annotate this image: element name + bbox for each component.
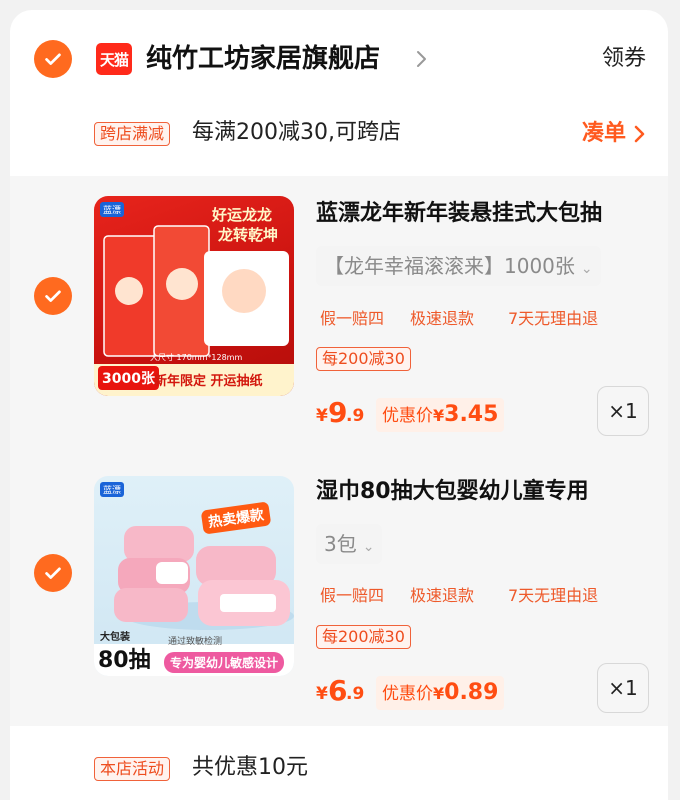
service-7day-return: 7天无理由退: [508, 309, 599, 328]
price-decimal: .9: [346, 406, 365, 426]
checkmark-icon: [45, 290, 61, 302]
quantity-stepper[interactable]: ×1: [597, 386, 649, 436]
price-currency: ¥: [316, 684, 328, 704]
chevron-right-icon[interactable]: [632, 124, 646, 144]
price-decimal: .9: [346, 684, 365, 704]
image-banner-text: 好运龙龙: [212, 206, 273, 224]
service-fast-refund: 极速退款: [410, 309, 475, 328]
image-tested-label: 通过致敏检测: [168, 637, 223, 647]
image-brand-label: 蓝漂: [100, 482, 125, 497]
product-select-checkbox[interactable]: [34, 277, 72, 315]
sku-selector[interactable]: 【龙年幸福滚滚来】1000张 ⌄: [316, 246, 601, 286]
service-fake-compensation: 假一赔四: [320, 309, 385, 328]
quantity-stepper[interactable]: ×1: [597, 663, 649, 713]
product-image[interactable]: 热卖爆款 蓝漂 大包装 80抽 通过致敏检测 专为婴幼儿敏感设计: [94, 476, 294, 676]
sku-selector[interactable]: 3包 ⌄: [316, 524, 383, 564]
chevron-right-icon[interactable]: [412, 48, 430, 70]
price-integer: 6: [328, 674, 348, 707]
product-image[interactable]: 蓝漂 好运龙龙 龙转乾坤 大尺寸 170mm*128mm 3000张 新年限定 …: [94, 196, 294, 396]
checkmark-icon: [45, 567, 61, 579]
image-banner-text-2: 龙转乾坤: [218, 226, 279, 244]
price-currency: ¥: [316, 406, 328, 426]
claim-coupon-button[interactable]: 领券: [602, 44, 646, 74]
store-activity-text: 共优惠10元: [192, 755, 308, 780]
discount-price-box: 优惠价¥3.45: [376, 398, 505, 432]
checkmark-icon: [45, 53, 61, 65]
tmall-logo: 天猫: [96, 43, 132, 75]
product-promo-tag: 每200减30: [316, 625, 411, 649]
price-integer: 9: [328, 396, 348, 429]
image-count-label: 80抽: [98, 648, 151, 673]
image-brand-label: 蓝漂: [100, 202, 125, 217]
image-caption: 专为婴幼儿敏感设计: [164, 652, 285, 673]
chevron-down-icon: ⌄: [580, 261, 593, 277]
shop-name[interactable]: 纯竹工坊家居旗舰店: [146, 40, 380, 78]
discount-currency: ¥: [433, 684, 445, 703]
service-7day-return: 7天无理由退: [508, 586, 599, 605]
product-promo-tag: 每200减30: [316, 347, 411, 371]
service-fast-refund: 极速退款: [410, 586, 475, 605]
discount-currency: ¥: [433, 406, 445, 425]
image-pack-label: 大包装: [100, 632, 130, 643]
discount-price: 3.45: [444, 402, 499, 427]
discount-label: 优惠价: [382, 684, 433, 704]
add-on-button[interactable]: 凑单: [582, 118, 626, 150]
service-fake-compensation: 假一赔四: [320, 586, 385, 605]
chevron-down-icon: ⌄: [362, 539, 375, 555]
promo-text: 每满200减30,可跨店: [192, 120, 401, 145]
shop-select-checkbox[interactable]: [34, 40, 72, 78]
sku-value: 3包: [324, 532, 357, 556]
product-title[interactable]: 蓝漂龙年新年装悬挂式大包抽: [316, 198, 602, 230]
sku-value: 【龙年幸福滚滚来】1000张: [324, 254, 575, 278]
image-count-badge: 3000张: [98, 366, 159, 390]
image-size-text: 大尺寸 170mm*128mm: [150, 353, 243, 362]
cross-store-promo-tag: 跨店满减: [94, 122, 171, 146]
image-caption: 新年限定 开运抽纸: [154, 374, 263, 389]
discount-label: 优惠价: [382, 406, 433, 426]
store-activity-tag: 本店活动: [94, 757, 171, 781]
discount-price: 0.89: [444, 680, 499, 705]
product-select-checkbox[interactable]: [34, 554, 72, 592]
discount-price-box: 优惠价¥0.89: [376, 676, 505, 710]
product-title[interactable]: 湿巾80抽大包婴幼儿童专用: [316, 476, 589, 508]
